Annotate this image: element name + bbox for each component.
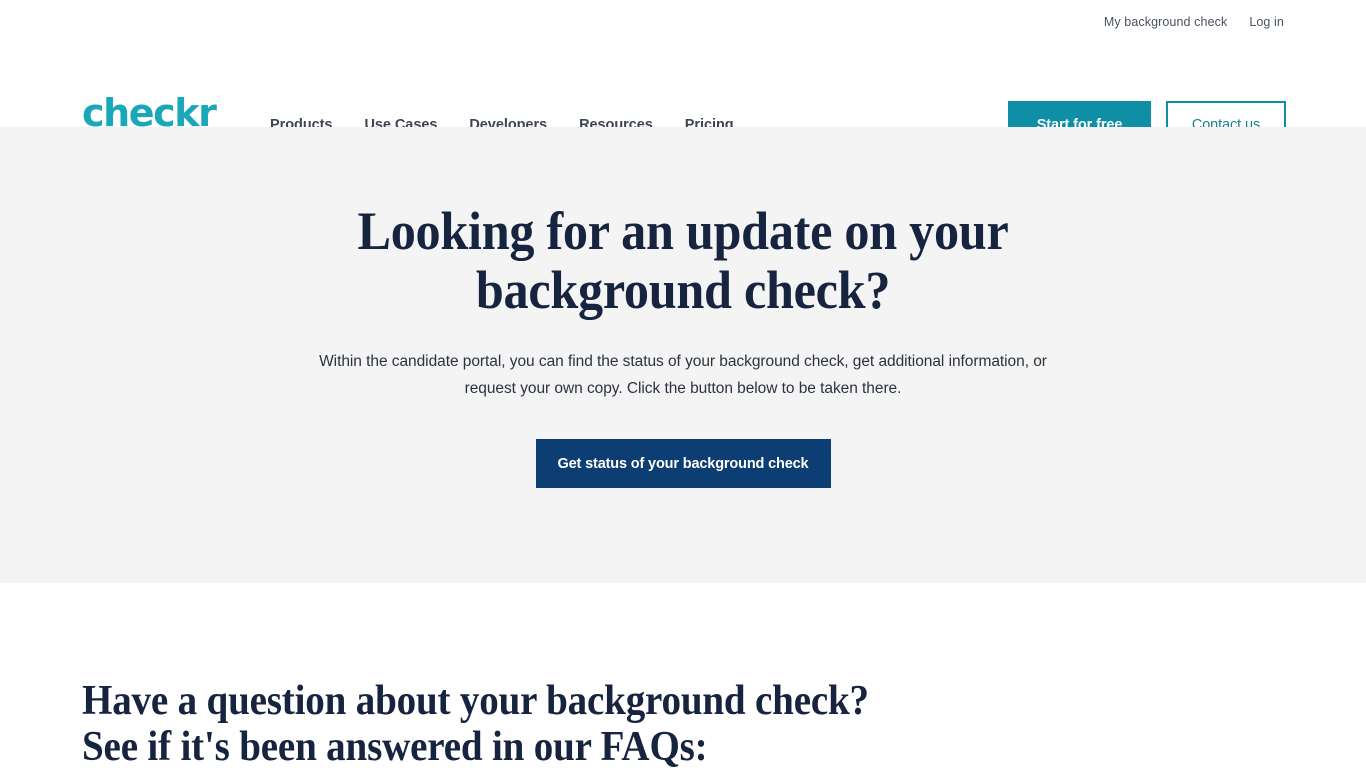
faq-heading-line-1: Have a question about your background ch… (82, 678, 869, 724)
hero-section: Looking for an update on your background… (0, 127, 1366, 583)
header-main-row: checkr Products Use Cases Developers Res… (0, 44, 1366, 149)
site-header: My background check Log in checkr Produc… (0, 0, 1366, 149)
hero-subtitle: Within the candidate portal, you can fin… (319, 353, 1047, 397)
faq-heading: Have a question about your background ch… (82, 678, 869, 768)
get-status-button[interactable]: Get status of your background check (535, 439, 831, 488)
utility-link-log-in[interactable]: Log in (1249, 16, 1284, 29)
hero-title: Looking for an update on your background… (357, 201, 1009, 320)
faq-section: Have a question about your background ch… (0, 583, 1366, 768)
utility-nav: My background check Log in (1104, 0, 1284, 44)
faq-heading-line-2: See if it's been answered in our FAQs: (82, 724, 708, 768)
utility-link-my-background-check[interactable]: My background check (1104, 16, 1228, 29)
hero-cta-wrapper: Get status of your background check (0, 439, 1366, 488)
